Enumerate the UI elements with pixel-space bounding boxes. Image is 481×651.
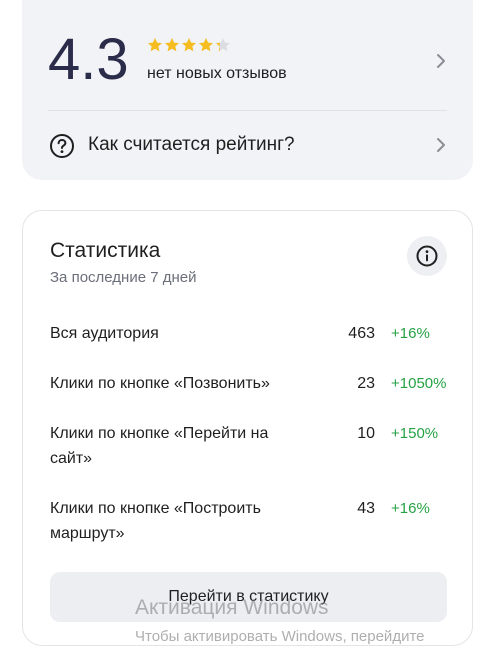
question-circle-icon [50, 134, 74, 158]
star-icon [165, 38, 179, 52]
windows-activation-title: Активация Windows [135, 596, 329, 619]
chevron-right-icon [437, 138, 445, 152]
rating-stars [147, 37, 232, 53]
star-icon [216, 38, 230, 52]
stat-label: Клики по кнопке «Перейти на сайт» [50, 425, 269, 467]
star-icon [199, 38, 213, 52]
statistics-title: Статистика [50, 239, 161, 262]
star-icon [148, 38, 162, 52]
how-rating-calculated-label: Как считается рейтинг? [88, 134, 295, 155]
stat-value: 23 [357, 375, 375, 392]
rating-subtitle: нет новых отзывов [147, 65, 287, 82]
stat-change: +16% [391, 325, 430, 342]
stat-value: 43 [357, 500, 375, 517]
rating-summary-link[interactable]: 4.3 нет новых отзывов [22, 0, 473, 110]
windows-activation-subtitle: Чтобы активировать Windows, перейдите [135, 628, 425, 645]
chevron-right-icon [437, 54, 445, 68]
stat-change: +1050% [391, 375, 447, 392]
how-rating-calculated-link[interactable]: Как считается рейтинг? [22, 111, 473, 180]
stat-change: +16% [391, 500, 430, 517]
stat-label: Клики по кнопке «Построить маршрут» [50, 500, 261, 542]
rating-card: 4.3 нет новых отзывов Как считается рейт… [22, 0, 473, 180]
stat-label: Вся аудитория [50, 325, 159, 342]
info-circle-icon [416, 245, 438, 267]
rating-score: 4.3 [48, 27, 129, 92]
stat-value: 463 [348, 325, 375, 342]
statistics-card: Статистика За последние 7 дней Вся аудит… [22, 210, 473, 646]
star-icon [182, 38, 196, 52]
statistics-period: За последние 7 дней [50, 269, 197, 286]
stat-value: 10 [357, 425, 375, 442]
info-button[interactable] [407, 236, 447, 276]
stat-change: +150% [391, 425, 439, 442]
stat-label: Клики по кнопке «Позвонить» [50, 375, 270, 392]
